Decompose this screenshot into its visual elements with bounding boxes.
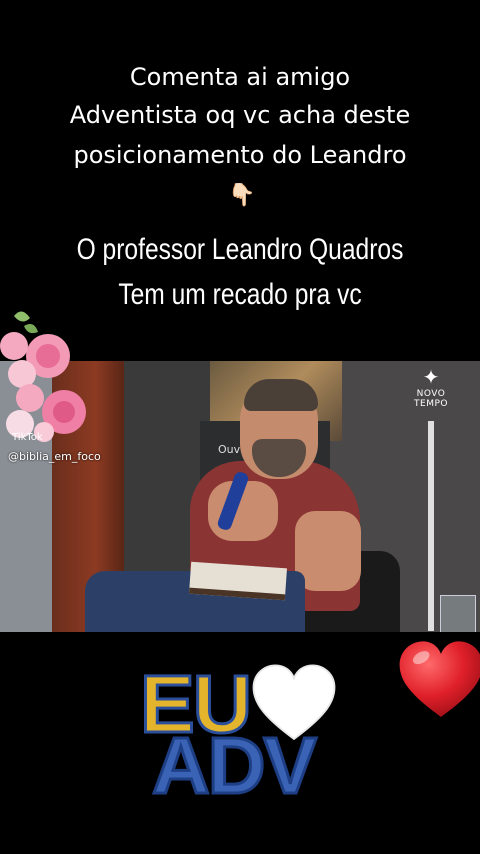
novo-tempo-logo: ✦ NOVO TEMPO [400, 365, 462, 421]
subtitle-line-1: O professor Leandro Quadros [76, 233, 404, 266]
flower-decoration-icon [0, 311, 86, 442]
adv-sticker-text: ADV [151, 721, 319, 810]
caption-line-1: Comenta ai amigo [129, 63, 351, 91]
username-watermark: @biblia_em_foco [8, 450, 101, 463]
book [189, 561, 287, 601]
pointing-down-icon: 👇🏻 [228, 183, 256, 208]
mic-stand [428, 421, 434, 631]
caption-line-2: Adventista oq vc acha deste [69, 101, 411, 129]
subtitle-line-2: Tem um recado pra vc [118, 278, 362, 311]
logo-text: NOVO TEMPO [414, 389, 448, 409]
logo-mark-icon: ✦ [422, 365, 440, 389]
water-glass [440, 595, 476, 632]
hair [244, 379, 318, 411]
caption-line-3: posicionamento do Leandro [73, 141, 407, 169]
tiktok-watermark: TikTok [12, 432, 43, 443]
red-heart-icon [399, 641, 480, 717]
